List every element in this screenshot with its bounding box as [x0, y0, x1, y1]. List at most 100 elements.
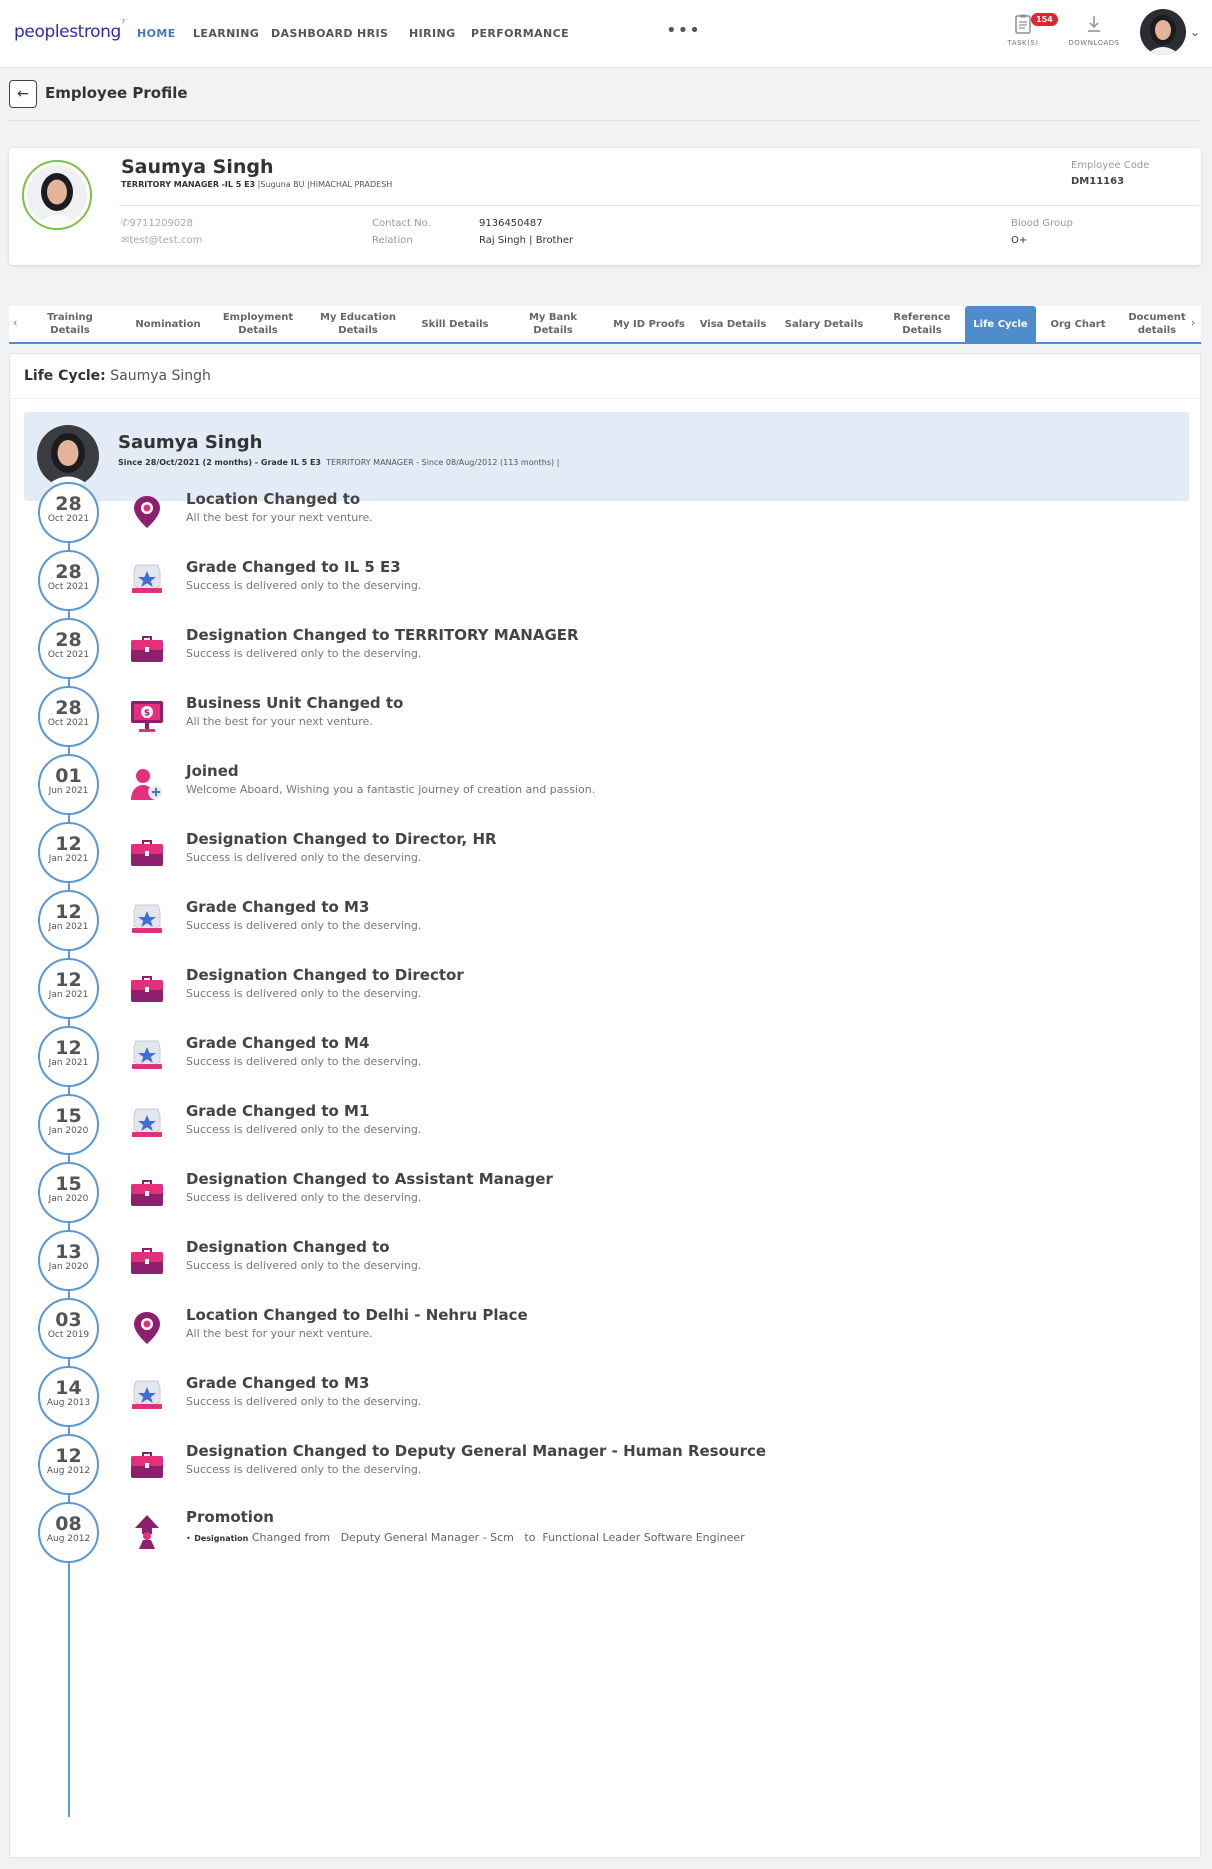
event-title: Grade Changed to M3 — [186, 898, 370, 916]
event-description: Success is delivered only to the deservi… — [186, 1463, 422, 1476]
email-field: ✉test@test.com — [121, 235, 203, 246]
tab-education-details[interactable]: My Education Details — [312, 306, 404, 342]
briefcase-icon — [129, 630, 165, 666]
nav-more-icon[interactable]: ••• — [666, 20, 701, 41]
event-description: All the best for your next venture. — [186, 511, 373, 524]
timeline-event: 12 Aug 2012 Designation Changed to Deputy … — [10, 1434, 1200, 1502]
tab-life-cycle[interactable]: Life Cycle — [965, 306, 1036, 342]
downloads-button[interactable]: DOWNLOADS — [1064, 14, 1124, 47]
page-title: Employee Profile — [45, 84, 188, 102]
relation-label: Relation — [372, 235, 413, 246]
event-date-circle: 28 Oct 2021 — [38, 686, 99, 747]
timeline-event: 15 Jan 2020 Designation Changed to Assista… — [10, 1162, 1200, 1230]
tab-training-details[interactable]: Training Details — [26, 306, 114, 342]
add-user-icon — [129, 766, 165, 802]
event-title: Location Changed to Delhi - Nehru Place — [186, 1306, 528, 1324]
location-pin-icon — [129, 1310, 165, 1346]
event-day: 12 — [55, 901, 82, 923]
event-title: Joined — [186, 762, 239, 780]
business-unit-icon — [129, 698, 165, 734]
tab-nomination[interactable]: Nomination — [122, 306, 214, 342]
event-description: Welcome Aboard, Wishing you a fantastic … — [186, 783, 596, 796]
nav-performance[interactable]: PERFORMANCE — [471, 27, 569, 40]
tabs-scroll-right-icon[interactable]: › — [1191, 316, 1195, 329]
profile-avatar — [22, 160, 92, 230]
chevron-down-icon[interactable]: ⌄ — [1190, 25, 1200, 39]
event-month: Oct 2021 — [47, 650, 90, 660]
nav-dashboard[interactable]: DASHBOARD — [271, 27, 353, 40]
event-description: Success is delivered only to the deservi… — [186, 1191, 422, 1204]
grade-badge-icon — [129, 1106, 165, 1142]
event-description: Success is delivered only to the deservi… — [186, 579, 422, 592]
timeline-event: 01 Jun 2021 Joined Welcome Aboard, Wishing … — [10, 754, 1200, 822]
event-date-circle: 15 Jan 2020 — [38, 1094, 99, 1155]
timeline-event: 28 Oct 2021 Location Changed to All the bes… — [10, 482, 1200, 550]
nav-hris[interactable]: HRIS — [357, 27, 388, 40]
event-title: Designation Changed to TERRITORY MANAGER — [186, 626, 579, 644]
tabs-scroll-left-icon[interactable]: ‹ — [13, 316, 17, 329]
nav-hiring[interactable]: HIRING — [409, 27, 456, 40]
tab-visa-details[interactable]: Visa Details — [690, 306, 776, 342]
tab-employment-details[interactable]: Employment Details — [212, 306, 304, 342]
tab-bank-details[interactable]: My Bank Details — [506, 306, 600, 342]
lifecycle-title: Life Cycle: Saumya Singh — [24, 368, 211, 384]
event-date-circle: 03 Oct 2019 — [38, 1298, 99, 1359]
tab-org-chart[interactable]: Org Chart — [1043, 306, 1113, 342]
event-title: Grade Changed to M1 — [186, 1102, 370, 1120]
promotion-detail: • Designation Changed from Deputy Genera… — [186, 1531, 745, 1544]
grade-badge-icon — [129, 1038, 165, 1074]
contact-value: 9136450487 — [479, 218, 543, 229]
event-day: 15 — [55, 1105, 82, 1127]
tab-salary-details[interactable]: Salary Details — [776, 306, 872, 342]
event-title: Designation Changed to Director — [186, 966, 464, 984]
event-description: Success is delivered only to the deservi… — [186, 1055, 422, 1068]
event-date-circle: 28 Oct 2021 — [38, 618, 99, 679]
phone-field: ✆9711209028 — [121, 218, 194, 229]
event-month: Jun 2021 — [48, 786, 89, 796]
nav-home[interactable]: HOME — [137, 27, 176, 40]
tab-reference-details[interactable]: Reference Details — [874, 306, 970, 342]
event-description: Success is delivered only to the deservi… — [186, 1259, 422, 1272]
event-date-circle: 12 Jan 2021 — [38, 958, 99, 1019]
tab-skill-details[interactable]: Skill Details — [412, 306, 498, 342]
timeline-event: 28 Oct 2021 Grade Changed to IL 5 E3 Succes… — [10, 550, 1200, 618]
tab-document-details[interactable]: Document details — [1122, 306, 1192, 342]
promotion-to-value: Functional Leader Software Engineer — [542, 1531, 745, 1544]
event-title: Grade Changed to IL 5 E3 — [186, 558, 401, 576]
event-title: Designation Changed to — [186, 1238, 390, 1256]
user-avatar[interactable] — [1140, 9, 1186, 55]
blood-group-value: O+ — [1011, 235, 1028, 246]
timeline-event: 12 Jan 2021 Grade Changed to M4 Success is … — [10, 1026, 1200, 1094]
briefcase-icon — [129, 1242, 165, 1278]
brand-logo[interactable]: peoplestrong⁷ — [14, 19, 125, 42]
timeline-event: 28 Oct 2021 Business Unit Changed to All th… — [10, 686, 1200, 754]
event-title: Grade Changed to M3 — [186, 1374, 370, 1392]
event-date-circle: 12 Jan 2021 — [38, 1026, 99, 1087]
event-title: Designation Changed to Director, HR — [186, 830, 497, 848]
event-day: 12 — [55, 969, 82, 991]
event-day: 15 — [55, 1173, 82, 1195]
briefcase-icon — [129, 1446, 165, 1482]
event-description: Success is delivered only to the deservi… — [186, 1395, 422, 1408]
event-day: 14 — [55, 1377, 82, 1399]
event-date-circle: 12 Jan 2021 — [38, 890, 99, 951]
profile-card: Saumya Singh TERRITORY MANAGER -IL 5 E3 … — [9, 148, 1201, 265]
back-button[interactable]: ← — [9, 80, 37, 108]
event-month: Oct 2021 — [47, 718, 90, 728]
event-date-circle: 13 Jan 2020 — [38, 1230, 99, 1291]
employee-code-label: Employee Code — [1071, 160, 1150, 171]
event-month: Jan 2021 — [48, 990, 89, 1000]
timeline-event: 14 Aug 2013 Grade Changed to M3 Success is … — [10, 1366, 1200, 1434]
profile-name: Saumya Singh — [121, 156, 274, 178]
event-day: 13 — [55, 1241, 82, 1263]
tab-id-proofs[interactable]: My ID Proofs — [602, 306, 696, 342]
profile-bu: |Suguna BU — [257, 180, 305, 189]
employee-code-value: DM11163 — [1071, 176, 1125, 187]
downloads-label: DOWNLOADS — [1068, 39, 1120, 47]
promotion-arrow-icon — [129, 1514, 165, 1550]
lifecycle-divider — [10, 398, 1200, 399]
relation-value: Raj Singh | Brother — [479, 235, 574, 246]
nav-learning[interactable]: LEARNING — [193, 27, 259, 40]
grade-badge-icon — [129, 1378, 165, 1414]
event-description: Success is delivered only to the deservi… — [186, 647, 422, 660]
